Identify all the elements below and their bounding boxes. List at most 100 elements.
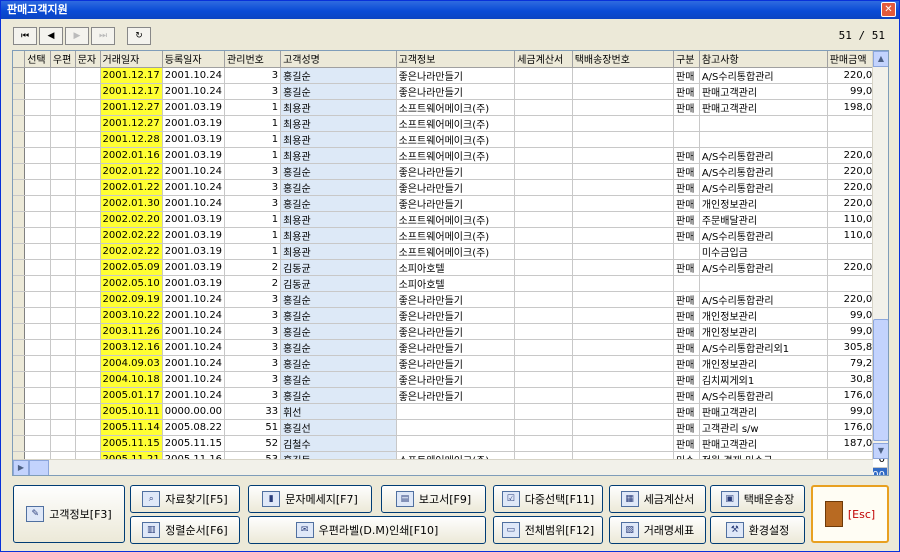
- tax-invoice-button[interactable]: ▦ 세금계산서: [609, 485, 706, 513]
- table-cell[interactable]: 2005.01.17: [100, 387, 163, 404]
- table-cell[interactable]: 3: [224, 195, 282, 212]
- table-cell[interactable]: 2001.12.27: [100, 99, 163, 116]
- table-cell[interactable]: [50, 115, 76, 132]
- table-cell[interactable]: [50, 371, 76, 388]
- table-cell[interactable]: 1: [224, 227, 282, 244]
- table-cell[interactable]: [572, 243, 675, 260]
- table-cell[interactable]: [75, 147, 101, 164]
- table-row[interactable]: 2002.01.22 2001.10.24 3 홍길순 좋은나라만들기 판매 A/S수리통합…: [13, 179, 888, 196]
- table-cell[interactable]: [50, 211, 76, 228]
- table-cell[interactable]: [572, 387, 675, 404]
- table-cell[interactable]: 3: [224, 387, 282, 404]
- table-cell[interactable]: [514, 307, 573, 324]
- table-cell[interactable]: [572, 131, 675, 148]
- table-cell[interactable]: [50, 147, 76, 164]
- header-tax-invoice[interactable]: 세금계산서: [514, 51, 573, 68]
- table-cell[interactable]: [75, 99, 101, 116]
- table-cell[interactable]: 1: [224, 115, 282, 132]
- header-note[interactable]: 참고사항: [699, 51, 828, 68]
- table-cell[interactable]: 2001.10.24: [162, 179, 226, 196]
- table-cell[interactable]: [572, 259, 675, 276]
- table-row[interactable]: 2002.01.30 2001.10.24 3 홍길순 좋은나라만들기 판매 개인정보관리 2…: [13, 195, 888, 212]
- table-cell[interactable]: A/S수리통합관리: [699, 147, 828, 164]
- table-cell[interactable]: [572, 67, 675, 84]
- table-cell[interactable]: 미수금입금: [699, 243, 828, 260]
- table-cell[interactable]: [572, 227, 675, 244]
- table-cell[interactable]: [514, 435, 573, 452]
- table-cell[interactable]: 1: [224, 243, 282, 260]
- row-indicator[interactable]: [13, 275, 26, 292]
- row-indicator[interactable]: [13, 179, 26, 196]
- table-cell[interactable]: [24, 163, 51, 180]
- table-cell[interactable]: 최용관: [280, 227, 397, 244]
- row-indicator[interactable]: [13, 403, 26, 420]
- table-cell[interactable]: [24, 243, 51, 260]
- table-cell[interactable]: 2004.09.03: [100, 355, 163, 372]
- table-cell[interactable]: 좋은나라만들기: [396, 371, 516, 388]
- table-cell[interactable]: [50, 163, 76, 180]
- header-reg-date[interactable]: 등록일자: [162, 51, 226, 68]
- table-cell[interactable]: [24, 227, 51, 244]
- table-cell[interactable]: 판매: [673, 387, 700, 404]
- table-cell[interactable]: [514, 243, 573, 260]
- table-cell[interactable]: 좋은나라만들기: [396, 355, 516, 372]
- table-cell[interactable]: [75, 195, 101, 212]
- vertical-scrollbar[interactable]: ▲ ▼: [872, 51, 888, 459]
- table-cell[interactable]: [572, 179, 675, 196]
- table-cell[interactable]: 2001.10.24: [162, 195, 226, 212]
- table-cell[interactable]: 1: [224, 211, 282, 228]
- table-cell[interactable]: [75, 403, 101, 420]
- table-cell[interactable]: [50, 323, 76, 340]
- table-cell[interactable]: [50, 67, 76, 84]
- label-print-button[interactable]: ✉ 우편라벨(D.M)인쇄[F10]: [248, 516, 486, 544]
- table-cell[interactable]: 소프트웨어메이크(주): [396, 243, 516, 260]
- table-cell[interactable]: 소피아호텔: [396, 259, 516, 276]
- table-cell[interactable]: [24, 115, 51, 132]
- table-cell[interactable]: A/S수리통합관리: [699, 163, 828, 180]
- table-cell[interactable]: [24, 371, 51, 388]
- table-cell[interactable]: 홍길순: [280, 67, 397, 84]
- table-cell[interactable]: 2002.05.09: [100, 259, 163, 276]
- table-cell[interactable]: [572, 339, 675, 356]
- table-cell[interactable]: 최용관: [280, 211, 397, 228]
- scroll-up-arrow-icon[interactable]: ▲: [873, 51, 888, 67]
- first-record-button[interactable]: ⏮: [13, 27, 37, 45]
- table-cell[interactable]: [514, 179, 573, 196]
- table-cell[interactable]: 3: [224, 291, 282, 308]
- header-trade-date[interactable]: 거래일자: [100, 51, 163, 68]
- table-row[interactable]: 2001.12.17 2001.10.24 3 홍길순 좋은나라만들기 판매 A/S수리통합…: [13, 67, 888, 84]
- table-cell[interactable]: [50, 131, 76, 148]
- table-cell[interactable]: [572, 115, 675, 132]
- table-cell[interactable]: 홍길순: [280, 323, 397, 340]
- table-cell[interactable]: [24, 147, 51, 164]
- table-cell[interactable]: [514, 163, 573, 180]
- table-cell[interactable]: 홍길순: [280, 387, 397, 404]
- table-cell[interactable]: 2001.12.17: [100, 83, 163, 100]
- table-cell[interactable]: [514, 339, 573, 356]
- row-indicator[interactable]: [13, 435, 26, 452]
- table-cell[interactable]: [24, 259, 51, 276]
- table-cell[interactable]: [396, 435, 516, 452]
- header-post[interactable]: 우편: [50, 51, 76, 68]
- table-cell[interactable]: [572, 355, 675, 372]
- table-cell[interactable]: 고객관리 s/w: [699, 419, 828, 436]
- table-cell[interactable]: [514, 83, 573, 100]
- table-cell[interactable]: 좋은나라만들기: [396, 179, 516, 196]
- table-cell[interactable]: 판매: [673, 179, 700, 196]
- table-cell[interactable]: 판매: [673, 307, 700, 324]
- table-cell[interactable]: 2004.10.18: [100, 371, 163, 388]
- header-customer-info[interactable]: 고객정보: [396, 51, 516, 68]
- table-cell[interactable]: [673, 243, 700, 260]
- table-cell[interactable]: 좋은나라만들기: [396, 323, 516, 340]
- table-cell[interactable]: 홍길순: [280, 291, 397, 308]
- horizontal-scroll-thumb[interactable]: [29, 460, 49, 475]
- table-cell[interactable]: 좋은나라만들기: [396, 67, 516, 84]
- table-cell[interactable]: 2001.12.27: [100, 115, 163, 132]
- table-cell[interactable]: [50, 195, 76, 212]
- table-row[interactable]: 2002.09.19 2001.10.24 3 홍길순 좋은나라만들기 판매 A/S수리통합…: [13, 291, 888, 308]
- table-cell[interactable]: 홍길순: [280, 195, 397, 212]
- header-select[interactable]: 선택: [24, 51, 51, 68]
- table-cell[interactable]: 2005.11.15: [162, 435, 226, 452]
- table-cell[interactable]: 판매: [673, 435, 700, 452]
- multi-select-button[interactable]: ☑ 다중선택[F11]: [493, 485, 603, 513]
